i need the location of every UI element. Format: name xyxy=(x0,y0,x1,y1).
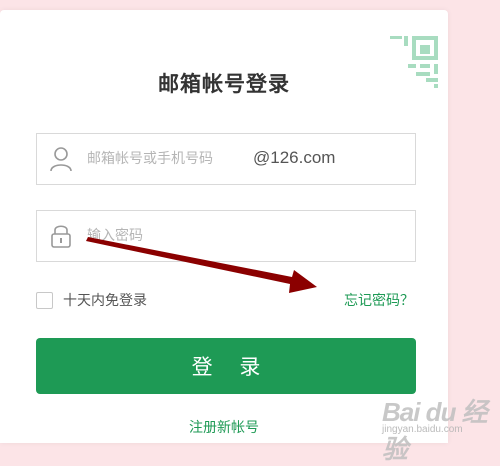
register-link[interactable]: 注册新帐号 xyxy=(0,417,448,437)
lock-icon xyxy=(51,225,71,248)
remember-label: 十天内免登录 xyxy=(63,293,147,309)
password-input[interactable] xyxy=(87,211,387,261)
password-field[interactable] xyxy=(36,210,416,262)
login-card: 邮箱帐号登录 @126.com 十天内免登录 忘记密码？ 登 录 注册新帐号 xyxy=(0,10,448,443)
account-input[interactable] xyxy=(87,134,267,184)
login-button[interactable]: 登 录 xyxy=(36,338,416,394)
remember-checkbox[interactable] xyxy=(36,291,53,309)
user-icon xyxy=(50,147,72,172)
baidu-watermark: Bai du 经验 jingyan.baidu.com xyxy=(382,388,496,464)
forgot-password-link[interactable]: 忘记密码？ xyxy=(344,290,414,310)
page-title: 邮箱帐号登录 xyxy=(158,72,290,96)
watermark-sub: jingyan.baidu.com xyxy=(382,424,463,435)
remember-me[interactable]: 十天内免登录 xyxy=(36,289,147,311)
domain-suffix: @126.com xyxy=(253,148,336,167)
account-field[interactable]: @126.com xyxy=(36,133,416,185)
